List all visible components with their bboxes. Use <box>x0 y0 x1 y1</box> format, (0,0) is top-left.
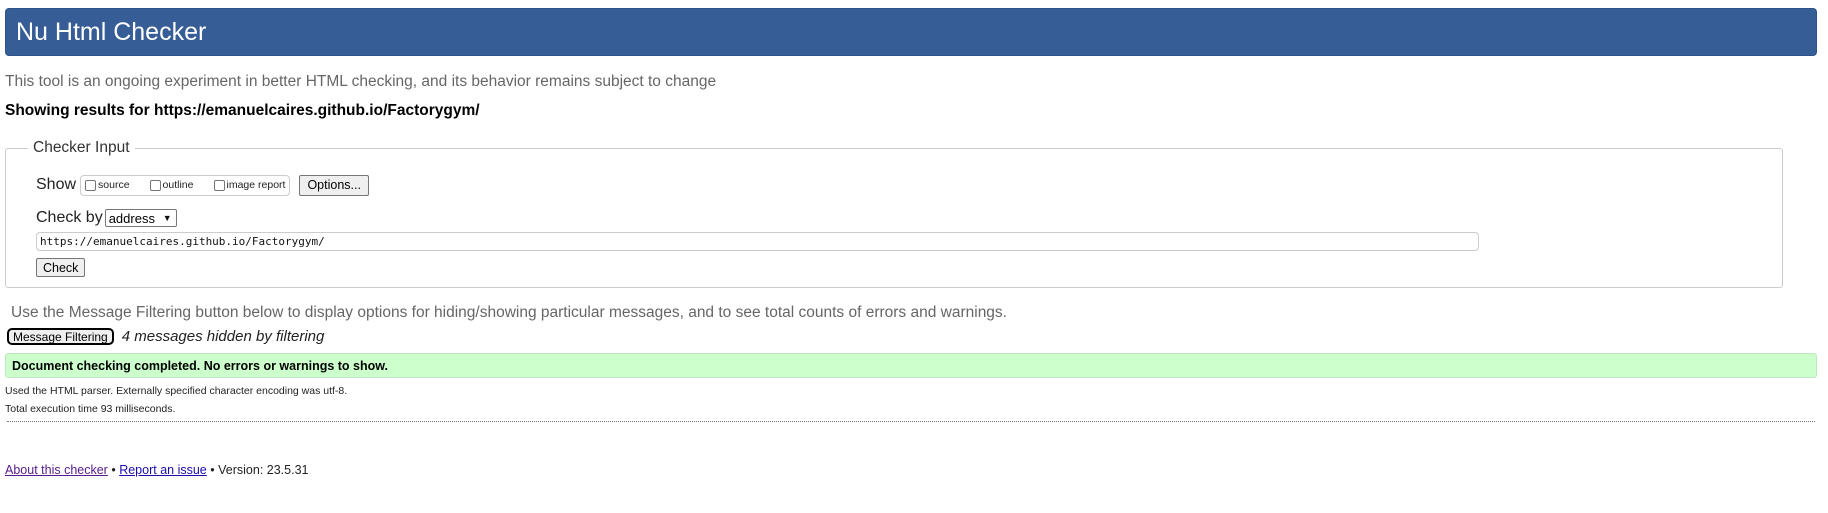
chevron-down-icon: ▼ <box>162 213 172 223</box>
filtering-row: Message Filtering 4 messages hidden by f… <box>7 328 1817 345</box>
options-button[interactable]: Options... <box>299 174 369 196</box>
url-input[interactable]: https://emanuelcaires.github.io/Factoryg… <box>36 232 1479 251</box>
success-message: Document checking completed. No errors o… <box>5 353 1817 378</box>
checker-input-legend: Checker Input <box>33 139 130 156</box>
version-text: Version: 23.5.31 <box>218 463 309 477</box>
check-by-label: Check by <box>36 209 103 226</box>
filtering-intro: Use the Message Filtering button below t… <box>11 304 1007 321</box>
check-by-select-value: address <box>108 210 155 226</box>
checker-input-fieldset: Checker Input Show source outline image … <box>5 139 1783 288</box>
source-checkbox[interactable] <box>85 179 97 191</box>
parser-info: Used the HTML parser. Externally specifi… <box>5 385 348 397</box>
outline-checkbox-label[interactable]: outline <box>163 179 194 191</box>
page: Nu Html Checker This tool is an ongoing … <box>5 0 1817 477</box>
report-issue-link[interactable]: Report an issue <box>119 463 207 477</box>
message-filtering-button[interactable]: Message Filtering <box>7 328 114 345</box>
show-label: Show <box>36 176 77 193</box>
check-by-select[interactable]: address ▼ <box>104 209 177 227</box>
show-options-group: source outline image report <box>80 174 291 196</box>
intro-text: This tool is an ongoing experiment in be… <box>5 73 717 90</box>
source-checkbox-label[interactable]: source <box>98 179 130 191</box>
hidden-messages-note: 4 messages hidden by filtering <box>121 328 325 345</box>
image-report-checkbox-label[interactable]: image report <box>227 179 286 191</box>
check-row: Check <box>36 258 1752 277</box>
url-input-value: https://emanuelcaires.github.io/Factoryg… <box>40 235 325 248</box>
footer-separator-2: • <box>210 463 215 477</box>
page-title: Nu Html Checker <box>16 17 207 46</box>
dotted-divider <box>7 421 1815 422</box>
show-row: Show source outline image report Options… <box>36 173 1752 197</box>
about-checker-link[interactable]: About this checker <box>5 463 108 477</box>
footer: About this checker • Report an issue • V… <box>5 463 1817 477</box>
check-by-row: Check by address ▼ <box>36 209 1752 227</box>
execution-time: Total execution time 93 milliseconds. <box>5 403 176 415</box>
footer-separator-1: • <box>111 463 116 477</box>
outline-checkbox[interactable] <box>149 179 161 191</box>
header-bar: Nu Html Checker <box>5 8 1817 56</box>
check-button[interactable]: Check <box>36 258 86 277</box>
image-report-checkbox[interactable] <box>213 179 225 191</box>
results-for-text: Showing results for https://emanuelcaire… <box>5 102 480 119</box>
